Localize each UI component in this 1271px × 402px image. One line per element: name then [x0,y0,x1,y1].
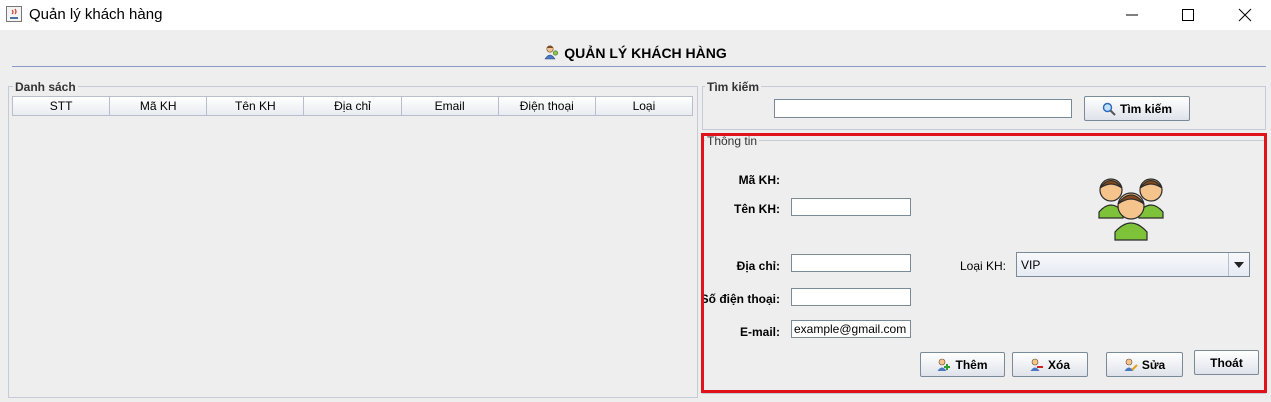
column-header[interactable]: Địa chỉ [304,96,402,116]
customer-icon [544,45,559,60]
page-title: QUẢN LÝ KHÁCH HÀNG [0,44,1271,61]
highlight-box [701,133,1267,393]
close-icon [1238,8,1252,22]
header-divider [12,66,1266,67]
page-title-text: QUẢN LÝ KHÁCH HÀNG [564,45,727,61]
column-header[interactable]: Tên KH [207,96,305,116]
search-input[interactable] [774,99,1072,118]
search-panel-label: Tìm kiếm [705,80,762,94]
column-header[interactable]: Loại [595,96,693,116]
customer-table-header: STT Mã KH Tên KH Địa chỉ Email Điện thoạ… [12,96,693,116]
search-icon [1102,102,1116,116]
minimize-button[interactable] [1109,0,1155,30]
java-app-icon [6,6,22,22]
window-title: Quản lý khách hàng [29,6,163,23]
column-header[interactable]: STT [12,96,111,116]
search-button[interactable]: Tìm kiếm [1084,96,1190,121]
customer-table-body[interactable] [12,116,693,392]
search-button-label: Tìm kiếm [1119,101,1173,116]
maximize-button[interactable] [1165,0,1211,30]
minimize-icon [1126,14,1138,16]
column-header[interactable]: Email [401,96,499,116]
maximize-icon [1182,9,1194,21]
column-header[interactable]: Mã KH [110,96,208,116]
column-header[interactable]: Điện thoại [498,96,596,116]
list-panel-label: Danh sách [13,80,78,94]
close-button[interactable] [1222,0,1268,30]
title-bar: Quản lý khách hàng [0,0,1271,30]
